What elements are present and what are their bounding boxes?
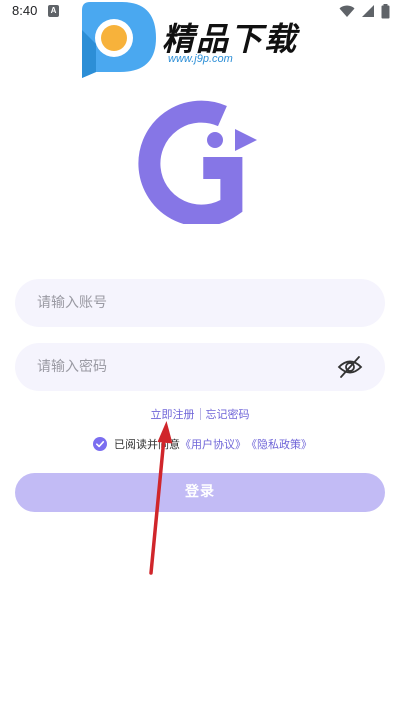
- watermark-url: www.j9p.com: [168, 53, 233, 65]
- check-icon: [96, 441, 105, 448]
- agreement-checkbox[interactable]: [93, 437, 107, 451]
- login-button[interactable]: 登录: [15, 473, 385, 512]
- eye-slash-icon[interactable]: [337, 355, 363, 379]
- user-agreement-link[interactable]: 《用户协议》: [180, 436, 246, 452]
- link-divider: [199, 408, 201, 420]
- privacy-policy-link[interactable]: 《隐私政策》: [246, 436, 312, 452]
- status-icons: [339, 3, 390, 19]
- login-screen: 8:40 A 精品下载 www.j9p.com 请输入账号 立即注册 忘记密码 …: [0, 0, 400, 712]
- account-field[interactable]: [15, 279, 385, 327]
- battery-icon: [381, 3, 390, 18]
- notification-icon: A: [48, 5, 59, 17]
- password-field[interactable]: [15, 343, 385, 391]
- account-input[interactable]: [37, 279, 337, 327]
- agreement-text: 已阅读并同意: [114, 438, 180, 451]
- agreement-row: 已阅读并同意 《用户协议》 《隐私政策》: [93, 436, 312, 452]
- wifi-icon: [339, 5, 355, 17]
- g-bird-logo: [138, 100, 257, 224]
- watermark-logo: 精品下载 www.j9p.com: [74, 0, 334, 80]
- password-input[interactable]: [37, 343, 337, 391]
- status-time: 8:40: [12, 3, 38, 18]
- forgot-password-link[interactable]: 忘记密码: [206, 408, 250, 421]
- watermark-p-icon: [82, 2, 156, 78]
- signal-icon: [362, 5, 374, 17]
- account-links: 立即注册 忘记密码: [0, 406, 400, 422]
- register-link[interactable]: 立即注册: [151, 408, 195, 421]
